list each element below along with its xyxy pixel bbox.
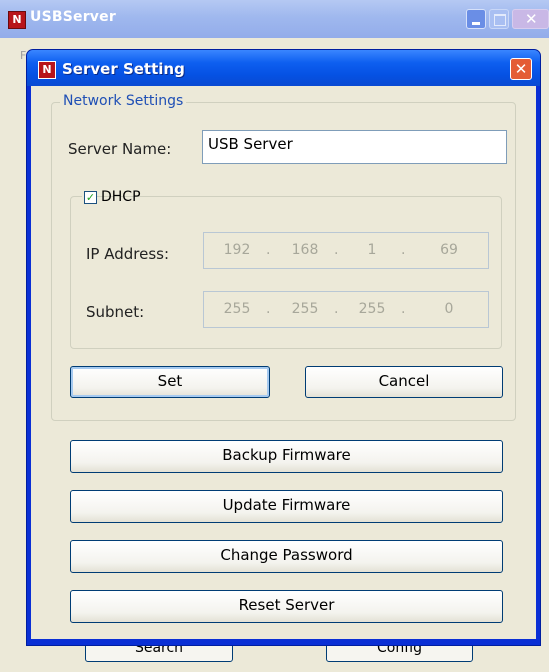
server-setting-dialog: N Server Setting ✕ Network Settings Serv… [26, 49, 541, 646]
set-button[interactable]: Set [70, 366, 270, 398]
ip-address-field[interactable]: 192 . 168 . 1 . 69 [203, 232, 489, 269]
reset-server-button[interactable]: Reset Server [70, 590, 503, 623]
server-name-input[interactable]: USB Server [202, 130, 507, 164]
subnet-octet-4: 0 [444, 301, 454, 317]
dialog-title: Server Setting [62, 60, 185, 78]
subnet-octet-2: 255 [291, 301, 319, 317]
maximize-icon[interactable] [489, 9, 509, 29]
subnet-separator: . [334, 301, 339, 317]
ip-octet-3: 1 [367, 242, 377, 258]
close-icon[interactable]: ✕ [510, 58, 532, 80]
ip-octet-1: 192 [223, 242, 251, 258]
ip-address-label: IP Address: [86, 245, 170, 263]
dialog-body: Network Settings Server Name: USB Server… [31, 86, 536, 639]
app-logo-icon: N [38, 61, 56, 79]
app-logo-icon: N [8, 11, 26, 29]
dhcp-checkbox[interactable]: ✓ [84, 191, 97, 204]
backup-firmware-button[interactable]: Backup Firmware [70, 440, 503, 473]
ip-separator: . [401, 242, 406, 258]
cancel-button[interactable]: Cancel [305, 366, 503, 398]
subnet-octet-1: 255 [223, 301, 251, 317]
subnet-separator: . [266, 301, 271, 317]
main-window-title: USBServer [30, 9, 116, 25]
network-settings-legend: Network Settings [60, 93, 187, 109]
subnet-field[interactable]: 255 . 255 . 255 . 0 [203, 291, 489, 328]
subnet-octet-3: 255 [358, 301, 386, 317]
ip-separator: . [334, 242, 339, 258]
main-close-icon[interactable] [512, 9, 549, 29]
subnet-label: Subnet: [86, 303, 145, 321]
main-window-titlebar[interactable]: N USBServer [0, 0, 549, 38]
ip-octet-4: 69 [440, 242, 458, 258]
dhcp-toggle[interactable]: ✓ DHCP [82, 186, 141, 210]
change-password-button[interactable]: Change Password [70, 540, 503, 573]
server-name-label: Server Name: [68, 140, 172, 158]
dialog-titlebar[interactable]: N Server Setting ✕ [27, 50, 540, 86]
minimize-icon[interactable] [466, 9, 486, 29]
dhcp-label: DHCP [101, 189, 141, 205]
ip-separator: . [266, 242, 271, 258]
subnet-separator: . [401, 301, 406, 317]
update-firmware-button[interactable]: Update Firmware [70, 490, 503, 523]
ip-octet-2: 168 [291, 242, 319, 258]
